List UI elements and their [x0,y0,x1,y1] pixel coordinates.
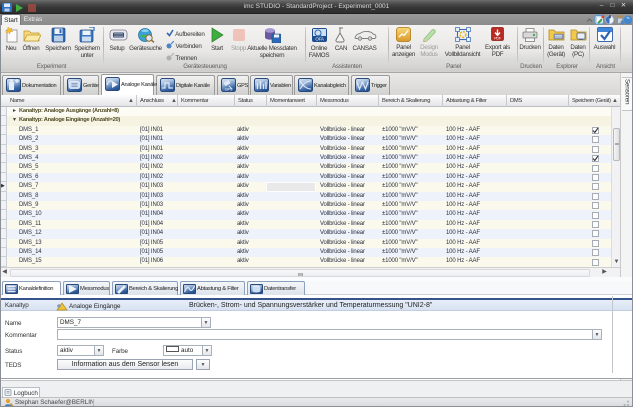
svg-text:PDF: PDF [494,37,501,41]
svg-text:GPS: GPS [225,87,233,92]
svg-text:OFA: OFA [315,37,324,42]
